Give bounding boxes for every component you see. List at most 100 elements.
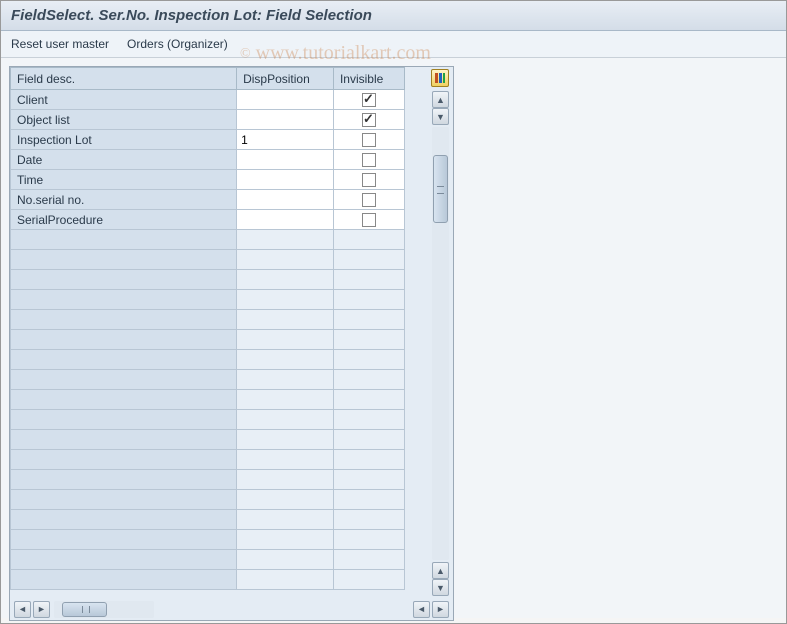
vertical-scrollbar: ▲ ▼ ▲ ▼ [409, 89, 453, 598]
invisible-cell [333, 410, 404, 430]
field-desc-cell [11, 310, 237, 330]
invisible-cell [333, 250, 404, 270]
disp-position-cell [237, 90, 334, 110]
column-header-invisible[interactable]: Invisible [333, 68, 404, 90]
scroll-down-button-2[interactable]: ▼ [432, 579, 449, 596]
table-row [11, 470, 405, 490]
content-area: Field desc. DispPosition Invisible Clien… [1, 58, 786, 618]
reset-user-master-link[interactable]: Reset user master [11, 37, 109, 51]
table-row [11, 530, 405, 550]
field-desc-cell: No.serial no. [11, 190, 237, 210]
field-desc-cell [11, 330, 237, 350]
disp-position-cell [237, 490, 334, 510]
table-row: Date [11, 150, 405, 170]
table-row [11, 450, 405, 470]
column-header-field-desc[interactable]: Field desc. [11, 68, 237, 90]
invisible-cell [333, 370, 404, 390]
invisible-cell [333, 470, 404, 490]
invisible-cell [333, 490, 404, 510]
field-selection-table-container: Field desc. DispPosition Invisible Clien… [9, 66, 454, 621]
scroll-up-button-2[interactable]: ▲ [432, 562, 449, 579]
invisible-cell [333, 530, 404, 550]
vertical-scroll-thumb[interactable] [433, 155, 448, 223]
disp-position-cell [237, 310, 334, 330]
disp-position-input[interactable] [237, 151, 333, 169]
table-row [11, 510, 405, 530]
disp-position-cell [237, 290, 334, 310]
invisible-cell [333, 190, 404, 210]
field-desc-cell [11, 570, 237, 590]
invisible-checkbox[interactable] [362, 153, 376, 167]
invisible-cell [333, 510, 404, 530]
table-row: Client [11, 90, 405, 110]
invisible-checkbox[interactable] [362, 213, 376, 227]
field-desc-cell [11, 290, 237, 310]
disp-position-input[interactable] [237, 171, 333, 189]
table-row [11, 290, 405, 310]
scroll-left-button[interactable]: ◄ [14, 601, 31, 618]
table-row [11, 310, 405, 330]
disp-position-cell [237, 250, 334, 270]
disp-position-cell [237, 510, 334, 530]
field-desc-cell [11, 410, 237, 430]
disp-position-cell [237, 230, 334, 250]
disp-position-cell [237, 350, 334, 370]
field-desc-cell: Date [11, 150, 237, 170]
scroll-right-button[interactable]: ► [33, 601, 50, 618]
invisible-cell [333, 550, 404, 570]
invisible-checkbox[interactable] [362, 113, 376, 127]
scroll-down-button[interactable]: ▼ [432, 108, 449, 125]
disp-position-input[interactable] [237, 211, 333, 229]
table-row [11, 550, 405, 570]
invisible-cell [333, 210, 404, 230]
vertical-scroll-track[interactable] [432, 127, 449, 560]
toolbar: Reset user master Orders (Organizer) [1, 31, 786, 58]
table-row [11, 410, 405, 430]
disp-position-cell [237, 110, 334, 130]
disp-position-cell [237, 450, 334, 470]
field-desc-cell [11, 510, 237, 530]
table-row: No.serial no. [11, 190, 405, 210]
field-desc-cell: Client [11, 90, 237, 110]
invisible-checkbox[interactable] [362, 173, 376, 187]
field-desc-cell [11, 350, 237, 370]
table-row [11, 390, 405, 410]
right-controls: ▲ ▼ ▲ ▼ [409, 67, 453, 598]
scroll-up-button[interactable]: ▲ [432, 91, 449, 108]
table-row [11, 350, 405, 370]
field-desc-cell: Time [11, 170, 237, 190]
invisible-cell [333, 130, 404, 150]
horizontal-scroll-track[interactable] [54, 601, 154, 618]
table-row [11, 570, 405, 590]
page-title: FieldSelect. Ser.No. Inspection Lot: Fie… [1, 1, 786, 31]
table-row: Time [11, 170, 405, 190]
invisible-cell [333, 290, 404, 310]
invisible-cell [333, 150, 404, 170]
scroll-right-button-2[interactable]: ► [432, 601, 449, 618]
invisible-checkbox[interactable] [362, 93, 376, 107]
invisible-checkbox[interactable] [362, 133, 376, 147]
column-header-disp-position[interactable]: DispPosition [237, 68, 334, 90]
disp-position-cell [237, 570, 334, 590]
disp-position-cell [237, 330, 334, 350]
invisible-cell [333, 310, 404, 330]
horizontal-scroll-thumb[interactable] [62, 602, 107, 617]
field-desc-cell [11, 270, 237, 290]
disp-position-cell [237, 390, 334, 410]
disp-position-input[interactable] [237, 111, 333, 129]
invisible-checkbox[interactable] [362, 193, 376, 207]
disp-position-cell [237, 130, 334, 150]
data-grid: Field desc. DispPosition Invisible Clien… [10, 67, 409, 598]
configure-columns-button[interactable] [431, 69, 449, 87]
field-desc-cell: SerialProcedure [11, 210, 237, 230]
invisible-cell [333, 450, 404, 470]
field-desc-cell [11, 390, 237, 410]
disp-position-cell [237, 270, 334, 290]
disp-position-cell [237, 430, 334, 450]
disp-position-input[interactable] [237, 91, 333, 109]
table-row: Object list [11, 110, 405, 130]
orders-organizer-link[interactable]: Orders (Organizer) [127, 37, 228, 51]
scroll-left-button-2[interactable]: ◄ [413, 601, 430, 618]
disp-position-input[interactable] [237, 131, 333, 149]
disp-position-input[interactable] [237, 191, 333, 209]
